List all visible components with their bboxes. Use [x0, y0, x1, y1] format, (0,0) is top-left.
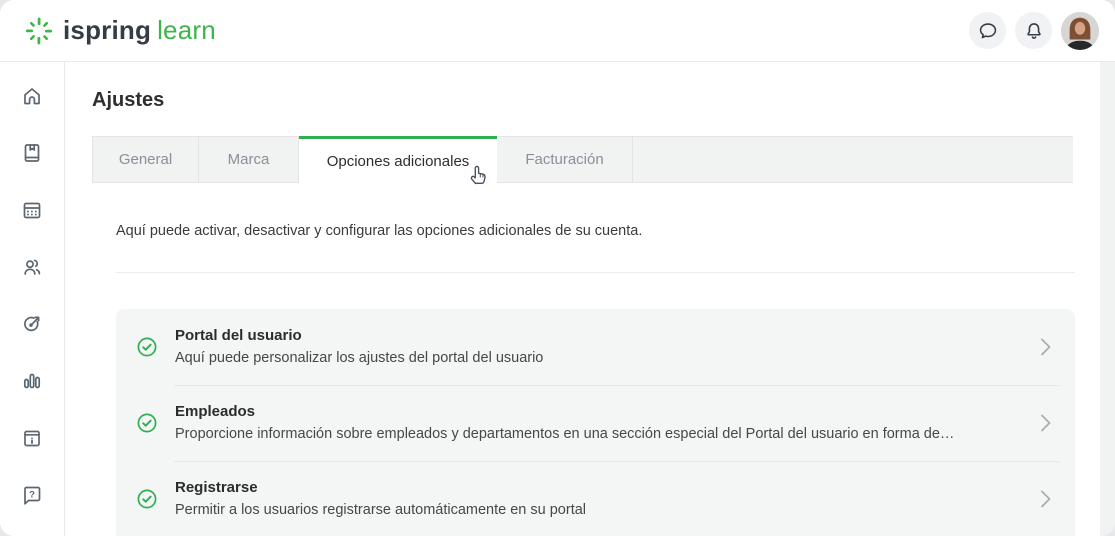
main-content: Ajustes General Marca Opciones adicional…	[65, 62, 1115, 536]
settings-tabs: General Marca Opciones adicionales Factu…	[92, 136, 1073, 183]
check-circle-icon	[136, 412, 158, 434]
topbar-actions	[969, 12, 1099, 50]
sidebar-item-help[interactable]: ?	[20, 483, 44, 507]
option-subtitle: Permitir a los usuarios registrarse auto…	[175, 499, 1021, 521]
notifications-button[interactable]	[1015, 12, 1052, 49]
info-box-icon	[20, 426, 44, 450]
chevron-right-icon[interactable]	[1033, 411, 1057, 435]
brand-name-primary: ispring	[63, 15, 151, 46]
sidebar-item-courses[interactable]	[20, 141, 44, 165]
option-title: Registrarse	[175, 477, 1021, 499]
top-bar: ispring learn	[0, 0, 1115, 62]
content-divider	[116, 272, 1075, 273]
sidebar-item-reports[interactable]	[20, 369, 44, 393]
scrollbar-track[interactable]	[1100, 62, 1115, 536]
sidebar-item-calendar[interactable]	[20, 198, 44, 222]
option-portal-del-usuario[interactable]: Portal del usuario Aquí puede personaliz…	[116, 309, 1075, 385]
avatar[interactable]	[1061, 12, 1099, 50]
options-list: Portal del usuario Aquí puede personaliz…	[116, 309, 1075, 536]
tab-general[interactable]: General	[92, 136, 199, 183]
speech-bubble-icon	[977, 20, 999, 42]
bell-icon	[1023, 20, 1045, 42]
book-icon	[20, 141, 44, 165]
svg-text:?: ?	[29, 490, 35, 501]
tab-opciones-adicionales[interactable]: Opciones adicionales	[299, 136, 497, 183]
option-subtitle: Proporcione información sobre empleados …	[175, 423, 1021, 445]
check-circle-icon	[136, 488, 158, 510]
page-description: Aquí puede activar, desactivar y configu…	[92, 221, 1115, 241]
target-arrow-icon	[20, 312, 44, 336]
brand-name-secondary: learn	[157, 15, 216, 46]
option-registrarse[interactable]: Registrarse Permitir a los usuarios regi…	[116, 461, 1075, 536]
option-text: Registrarse Permitir a los usuarios regi…	[175, 477, 1021, 521]
bar-chart-icon	[20, 369, 44, 393]
tab-marca[interactable]: Marca	[199, 136, 299, 183]
brand-logo[interactable]: ispring learn	[24, 15, 216, 46]
app-window: ispring learn	[0, 0, 1115, 536]
body-row: ? Ajustes General Marca Opciones adicion…	[0, 62, 1115, 536]
option-subtitle: Aquí puede personalizar los ajustes del …	[175, 347, 1021, 369]
option-text: Portal del usuario Aquí puede personaliz…	[175, 325, 1021, 369]
chevron-right-icon[interactable]	[1033, 335, 1057, 359]
option-empleados[interactable]: Empleados Proporcione información sobre …	[116, 385, 1075, 461]
option-title: Empleados	[175, 401, 1021, 423]
sidebar-item-archive[interactable]	[20, 426, 44, 450]
check-circle-icon	[136, 336, 158, 358]
calendar-icon	[20, 198, 44, 222]
chevron-right-icon[interactable]	[1033, 487, 1057, 511]
brand-wordmark: ispring learn	[63, 15, 216, 46]
ispring-spark-icon	[24, 16, 54, 46]
help-bubble-icon: ?	[20, 483, 44, 507]
sidebar-item-home[interactable]	[20, 84, 44, 108]
sidebar: ?	[0, 62, 65, 536]
tab-filler	[633, 136, 1073, 183]
sidebar-item-users[interactable]	[20, 255, 44, 279]
home-icon	[20, 84, 44, 108]
page-title: Ajustes	[92, 62, 1115, 112]
tab-facturacion[interactable]: Facturación	[497, 136, 633, 183]
option-title: Portal del usuario	[175, 325, 1021, 347]
sidebar-item-training[interactable]	[20, 312, 44, 336]
option-text: Empleados Proporcione información sobre …	[175, 401, 1021, 445]
users-icon	[20, 255, 44, 279]
chat-button[interactable]	[969, 12, 1006, 49]
